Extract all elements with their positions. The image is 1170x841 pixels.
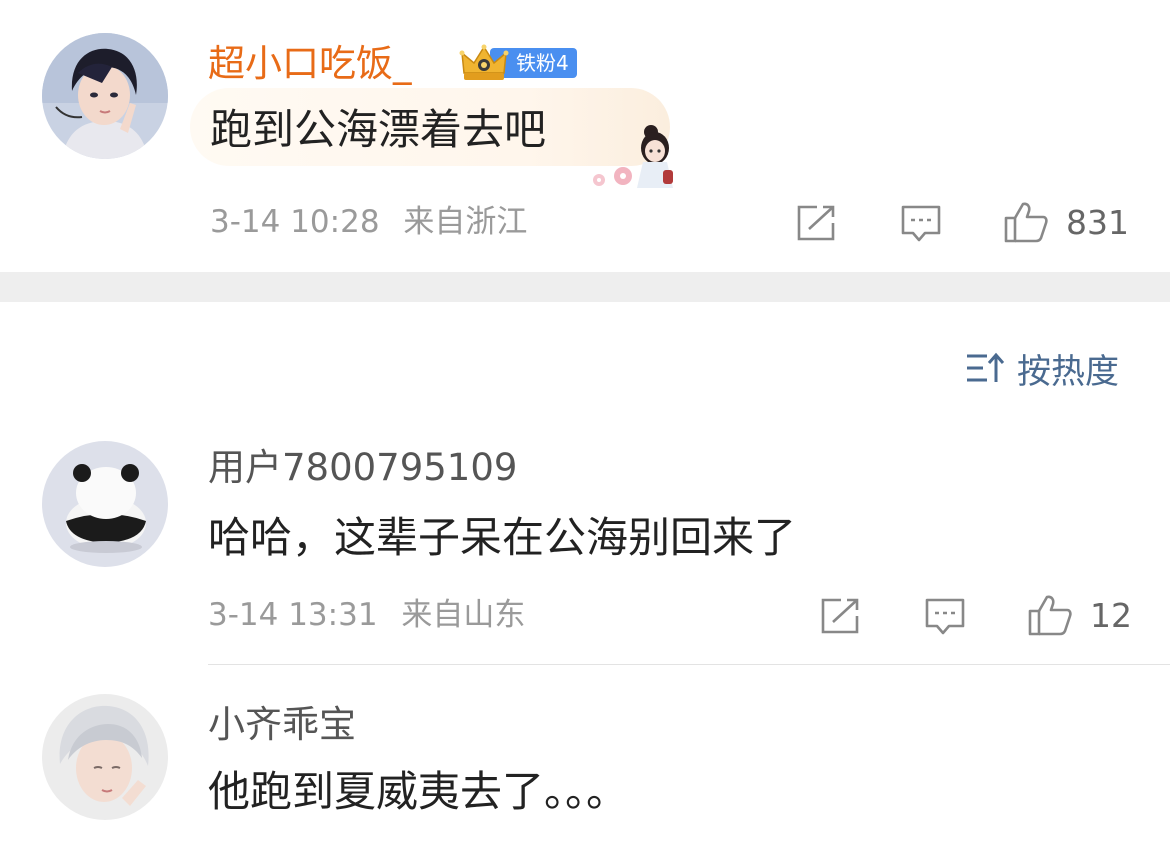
fan-badge[interactable]: 铁粉4 [458,44,577,80]
section-separator [0,272,1170,302]
comment-icon[interactable] [899,203,943,243]
like-count: 831 [1066,203,1129,242]
comment-meta: 3-14 10:28 来自浙江 [210,202,527,242]
comment-item: 超小口吃饭_ 铁粉4 跑到公海漂着去吧 3-14 10:28 来自浙江 831 [0,0,1170,272]
comment-text: 跑到公海漂着去吧 [210,105,547,154]
comment-meta: 3-14 13:31 来自山东 [208,595,525,635]
avatar[interactable] [42,694,168,820]
like-icon[interactable] [1003,200,1049,244]
comment-item: 小齐乖宝 他跑到夏威夷去了。。。 [0,665,1170,841]
avatar[interactable] [42,441,168,567]
crown-icon [459,44,509,80]
comment-text: 他跑到夏威夷去了。。。 [208,767,629,816]
sort-toggle[interactable]: 按热度 [965,346,1119,392]
chibi-sticker-icon [585,118,685,198]
comment-text: 哈哈，这辈子呆在公海别回来了 [208,513,797,562]
like-count: 12 [1090,596,1132,635]
sort-label: 按热度 [1017,351,1119,392]
timestamp: 3-14 10:28 [210,204,380,240]
avatar[interactable] [42,33,168,159]
forward-icon[interactable] [795,203,839,243]
username[interactable]: 用户7800795109 [208,446,517,490]
comment-item: 用户7800795109 哈哈，这辈子呆在公海别回来了 3-14 13:31 来… [0,420,1170,664]
like-icon[interactable] [1027,593,1073,637]
location: 来自浙江 [403,204,528,240]
sort-icon [967,352,1005,382]
comment-icon[interactable] [923,596,967,636]
username[interactable]: 小齐乖宝 [208,703,356,747]
username[interactable]: 超小口吃饭_ [208,42,412,86]
location: 来自山东 [401,597,526,633]
comment-page: 超小口吃饭_ 铁粉4 跑到公海漂着去吧 3-14 10:28 来自浙江 831 … [0,0,1170,841]
forward-icon[interactable] [819,596,863,636]
timestamp: 3-14 13:31 [208,597,378,633]
